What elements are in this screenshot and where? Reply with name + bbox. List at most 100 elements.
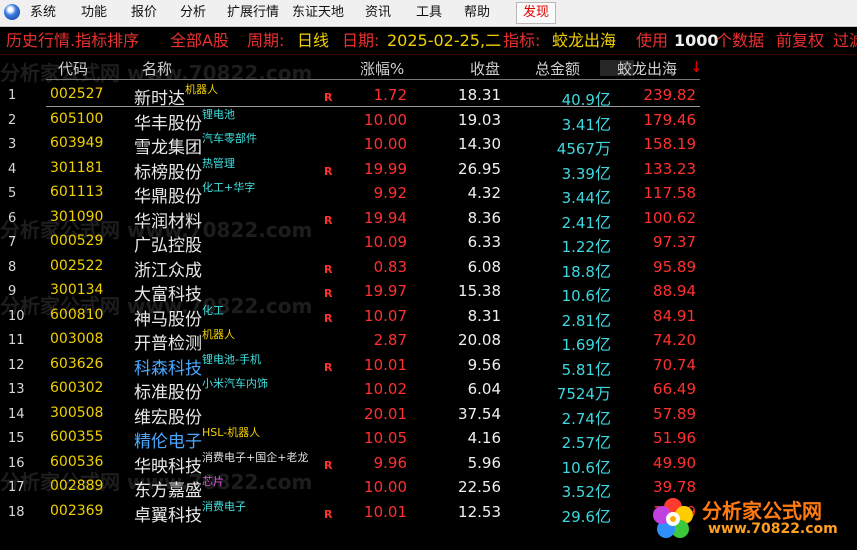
adjust-mode[interactable]: 前复权: [776, 27, 824, 54]
amount-unit: 亿: [594, 212, 611, 232]
indicator-value: 179.46: [643, 110, 697, 129]
table-row[interactable]: 12 603626 科森科技 R 10.01 9.56 70.74 锂电池-手机 5.81亿: [0, 352, 857, 379]
table-row[interactable]: 8 002522 浙江众成 R 0.83 6.08 95.89 18.8亿: [0, 256, 857, 281]
margin-flag: R: [324, 213, 333, 227]
stock-name: 标准股份: [134, 383, 202, 403]
amount-value: 1.69: [561, 336, 595, 354]
screen-title: 历史行情.指标排序: [6, 31, 140, 50]
total-amount: 2.57亿: [562, 429, 611, 453]
amount-unit: 亿: [594, 286, 611, 305]
amount-unit: 亿: [594, 457, 611, 477]
indicator-value: 239.82: [643, 86, 697, 104]
close-price: 6.08: [467, 257, 501, 276]
indicator-value[interactable]: 蛟龙出海: [552, 27, 616, 54]
change-percent: 10.07: [364, 306, 407, 325]
margin-flag: R: [324, 360, 333, 374]
col-header-change[interactable]: 涨幅%: [360, 58, 404, 79]
stock-name: 科森科技: [134, 358, 202, 379]
stock-name: 雪龙集团: [134, 138, 202, 158]
change-percent: 10.00: [364, 110, 407, 129]
menu-quote[interactable]: 报价: [131, 4, 157, 22]
total-amount: 10.6亿: [562, 282, 611, 306]
menu-extended-quote[interactable]: 扩展行情: [227, 4, 279, 22]
row-index: 13: [8, 382, 25, 397]
menu-function[interactable]: 功能: [81, 4, 107, 22]
menu-analysis[interactable]: 分析: [180, 4, 206, 22]
total-amount: 2.81亿: [562, 307, 611, 331]
amount-unit: 亿: [594, 163, 611, 183]
table-row[interactable]: 9 300134 大富科技 R 19.97 15.38 88.94 10.6亿: [0, 280, 857, 305]
table-row[interactable]: 16 600536 华映科技 R 9.96 5.96 49.90 消费电子+国企+老龙 10.6…: [0, 451, 857, 477]
close-price: 14.30: [458, 135, 501, 153]
change-percent: 9.92: [373, 184, 407, 202]
concept-tag: 锂电池-手机: [202, 352, 261, 366]
stock-name: 维宏股份: [134, 407, 202, 428]
filter-label[interactable]: 过滤: [833, 27, 857, 54]
stock-code: 603949: [50, 135, 104, 151]
stock-name: 东方嘉盛: [134, 481, 202, 501]
table-row[interactable]: 3 603949 雪龙集团 10.00 14.30 158.19 汽车零部件 4567万: [0, 132, 857, 159]
change-percent: 10.01: [364, 355, 407, 374]
table-row[interactable]: 7 000529 广弘控股 10.09 6.33 97.37 1.22亿: [0, 231, 857, 256]
table-row[interactable]: 5 601113 华鼎股份 9.92 4.32 117.58 化工+华字 3.44亿: [0, 181, 857, 208]
change-percent: 10.02: [364, 380, 407, 398]
table-row[interactable]: 11 003008 开普检测 2.87 20.08 74.20 机器人 1.69亿: [0, 328, 857, 354]
market-scope[interactable]: 全部A股: [170, 27, 229, 54]
date-label: 日期:: [342, 31, 380, 50]
col-header-signal[interactable]: 蛟龙出海: [617, 58, 677, 79]
menu-discover[interactable]: 发现: [516, 2, 557, 24]
row-index: 9: [8, 284, 17, 299]
amount-value: 3.52: [561, 483, 595, 501]
stock-code: 301090: [50, 208, 104, 225]
data-table: 1 002527 新时达 R 1.72 18.31 239.82 机器人 40.9亿 2 60510…: [0, 83, 857, 527]
menu-help[interactable]: 帮助: [464, 4, 490, 22]
table-row[interactable]: 14 300508 维宏股份 20.01 37.54 57.89 2.74亿: [0, 403, 857, 428]
col-header-name[interactable]: 名称: [142, 58, 172, 79]
table-row[interactable]: 6 301090 华润材料 R 19.94 8.36 100.62 2.41亿: [0, 207, 857, 232]
col-header-close[interactable]: 收盘: [470, 58, 500, 79]
menu-dongzheng[interactable]: 东证天地: [292, 4, 344, 22]
table-row[interactable]: 10 600810 神马股份 R 10.07 8.31 84.91 化工 2.81亿: [0, 304, 857, 331]
table-row[interactable]: 15 600355 精伦电子 10.05 4.16 51.96 HSL-机器人 2.57亿: [0, 426, 857, 453]
close-price: 37.54: [458, 404, 501, 423]
table-row[interactable]: 1 002527 新时达 R 1.72 18.31 239.82 机器人 40.9亿: [0, 83, 857, 109]
margin-flag: R: [324, 164, 333, 178]
menu-tools[interactable]: 工具: [416, 4, 442, 22]
margin-flag: R: [324, 311, 333, 325]
period-value[interactable]: 日线: [297, 27, 329, 54]
table-row[interactable]: 13 600302 标准股份 10.02 6.04 66.49 小米汽车内饰 7524万: [0, 377, 857, 403]
menu-system[interactable]: 系统: [30, 4, 56, 22]
period-label: 周期:: [247, 31, 285, 50]
row-index: 8: [8, 259, 17, 275]
amount-value: 5.81: [561, 360, 595, 379]
close-price: 8.36: [467, 208, 501, 227]
col-header-code[interactable]: 代码: [58, 58, 88, 79]
concept-tag: 化工+华字: [202, 181, 256, 194]
col-header-amount[interactable]: 总金额: [535, 58, 580, 79]
amount-value: 2.74: [561, 409, 595, 428]
concept-tag: 机器人: [202, 328, 235, 341]
date-value[interactable]: 2025-02-25,二: [387, 27, 501, 54]
header-divider: [46, 79, 700, 80]
amount-unit: 亿: [594, 114, 611, 134]
change-percent: 0.83: [373, 257, 407, 276]
total-amount: 29.6亿: [562, 503, 611, 527]
row-index: 16: [8, 455, 25, 471]
close-price: 26.95: [458, 159, 501, 178]
indicator-value: 133.23: [643, 159, 697, 178]
table-row[interactable]: 2 605100 华丰股份 10.00 19.03 179.46 锂电池 3.41亿: [0, 108, 857, 134]
stock-code: 600810: [50, 306, 104, 323]
table-row[interactable]: 4 301181 标榜股份 R 19.99 26.95 133.23 热管理 3.39亿: [0, 157, 857, 183]
app-logo-icon[interactable]: [4, 4, 20, 20]
total-amount: 3.44亿: [562, 184, 611, 208]
indicator-value: 100.62: [643, 208, 697, 227]
stock-name: 大富科技: [134, 285, 202, 305]
total-amount: 4567万: [557, 135, 611, 159]
margin-flag: R: [324, 287, 333, 300]
site-logo: 分析家公式网 www.70822.com: [650, 492, 850, 547]
close-price: 20.08: [458, 331, 501, 349]
table-header: 代码 名称 涨幅% 收盘 总金额 蛟龙出海 ↓: [0, 56, 857, 80]
change-percent: 10.09: [364, 233, 407, 251]
stock-code: 605100: [50, 110, 104, 127]
menu-info[interactable]: 资讯: [365, 4, 391, 22]
